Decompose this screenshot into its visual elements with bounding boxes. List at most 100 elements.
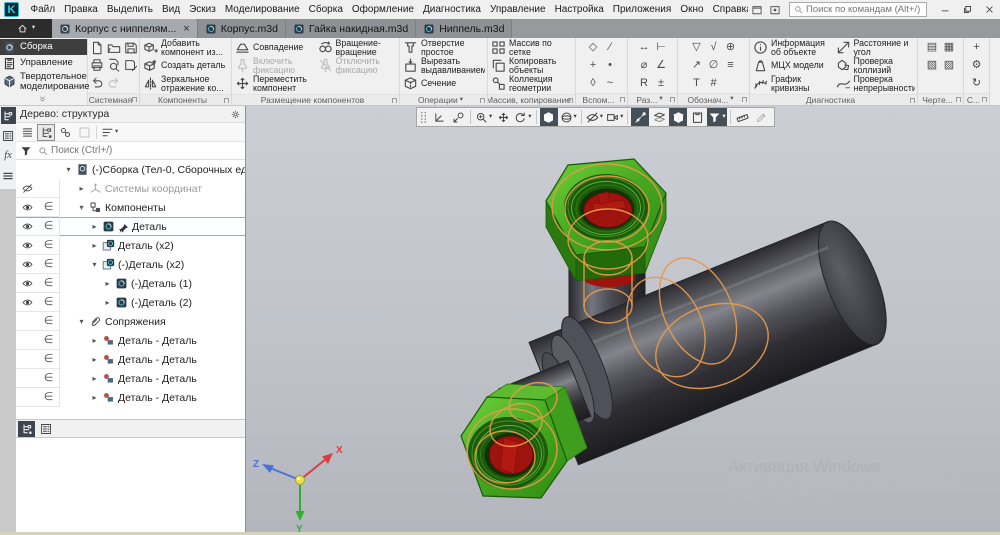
zoom-button[interactable]: ▾ xyxy=(474,108,493,126)
save-as-icon[interactable] xyxy=(122,57,139,74)
bottom-nut[interactable] xyxy=(461,384,587,498)
visibility-cell[interactable] xyxy=(16,293,38,312)
group-pin-icon[interactable] xyxy=(480,98,485,103)
menu-item-13[interactable]: Справка xyxy=(708,0,748,19)
tree-node[interactable]: ▾Компоненты xyxy=(60,198,245,217)
menu-item-11[interactable]: Приложения xyxy=(608,0,676,19)
tree-item-3[interactable]: ∈▸Деталь xyxy=(16,217,245,236)
mirror-component-button[interactable]: Зеркальное отражение ко... xyxy=(142,75,229,93)
tree-node[interactable]: ▾(-)Деталь (x2) xyxy=(60,255,245,274)
object-info-button[interactable]: Информация об объекте xyxy=(752,39,833,57)
linear-dimension-icon[interactable]: ⊢ xyxy=(653,39,670,56)
move-component-button[interactable]: Переместить компонент xyxy=(234,75,315,93)
group-pin-icon[interactable] xyxy=(910,98,915,103)
visibility-cell[interactable] xyxy=(16,369,38,388)
maximize-button[interactable] xyxy=(956,0,978,19)
tree-node[interactable]: ▸(-)Деталь (2) xyxy=(60,293,245,312)
tree-item-1[interactable]: ▸Системы координат xyxy=(16,179,245,198)
visibility-cell[interactable] xyxy=(16,179,38,198)
menu-item-12[interactable]: Окно xyxy=(676,0,708,19)
menu-item-10[interactable]: Настройка xyxy=(550,0,608,19)
document-tab-2[interactable]: Гайка накидная.m3d xyxy=(286,19,416,38)
visibility-cell[interactable] xyxy=(16,198,38,217)
expander-icon[interactable]: ▸ xyxy=(90,241,99,250)
pan-button[interactable] xyxy=(494,108,512,126)
visibility-cell[interactable] xyxy=(16,236,38,255)
close-button[interactable] xyxy=(978,0,1000,19)
command-search-input[interactable] xyxy=(806,4,922,15)
undo-icon[interactable] xyxy=(88,75,105,92)
expander-icon[interactable]: ▸ xyxy=(90,393,99,402)
tree-structure-icon[interactable] xyxy=(37,124,55,141)
document-tab-3[interactable]: Ниппель.m3d xyxy=(416,19,512,38)
expander-icon[interactable]: ▸ xyxy=(90,336,99,345)
coincident-mate-button[interactable]: Совпадение xyxy=(234,39,315,57)
collision-check-button[interactable]: Проверка коллизий xyxy=(835,57,916,75)
angle-dimension-icon[interactable]: ∠ xyxy=(653,57,670,74)
group-dropdown-icon[interactable]: ▾ xyxy=(659,96,662,103)
tree-relations-icon[interactable] xyxy=(56,124,74,141)
menu-item-6[interactable]: Сборка xyxy=(304,0,347,19)
group-dropdown-icon[interactable]: ▾ xyxy=(460,97,463,104)
menu-item-2[interactable]: Выделить xyxy=(102,0,157,19)
visibility-cell[interactable] xyxy=(16,312,38,331)
curvature-graph-button[interactable]: График кривизны xyxy=(752,75,833,93)
base-designation-icon[interactable]: ▽ xyxy=(688,39,705,56)
cut-extrude-button[interactable]: Вырезать выдавливанием xyxy=(402,57,485,75)
display-mode-button[interactable]: ▾ xyxy=(559,108,578,126)
tree-filter-icon[interactable] xyxy=(16,142,36,159)
3d-viewport[interactable]: Z X Y ▾▾▾▾▾▾ Активация Windows Чтобы акт… xyxy=(246,106,1000,532)
visibility-cell[interactable] xyxy=(16,350,38,369)
redo-icon[interactable] xyxy=(105,75,122,92)
contour-icon[interactable]: ◊ xyxy=(585,75,602,92)
tree-display-options-icon[interactable]: ▾ xyxy=(100,124,119,141)
appearance-button[interactable] xyxy=(669,108,687,126)
add-feature-icon[interactable]: + xyxy=(968,39,985,56)
distance-angle-button[interactable]: Расстояние и угол xyxy=(835,39,916,57)
membership-cell[interactable] xyxy=(38,179,60,198)
window-icon[interactable] xyxy=(748,2,766,17)
continuity-check-button[interactable]: Проверка непрерывности xyxy=(835,75,916,93)
group-pin-icon[interactable] xyxy=(392,98,397,103)
tree-node[interactable]: ▸Деталь - Деталь xyxy=(60,331,245,350)
disable-fixation-button[interactable]: Отключить фиксацию xyxy=(317,57,398,75)
membership-cell[interactable]: ∈ xyxy=(38,312,60,331)
tree-item-2[interactable]: ∈▾Компоненты xyxy=(16,198,245,217)
group-pin-icon[interactable] xyxy=(670,97,675,102)
settings-feature-icon[interactable]: ⚙ xyxy=(968,57,985,74)
tree-item-11[interactable]: ∈▸Деталь - Деталь xyxy=(16,369,245,388)
diameter-dimension-icon[interactable]: ⌀ xyxy=(636,57,653,74)
tree-item-10[interactable]: ∈▸Деталь - Деталь xyxy=(16,350,245,369)
variables-panel-icon[interactable]: fx xyxy=(1,147,16,164)
tree-item-12[interactable]: ∈▸Деталь - Деталь xyxy=(16,388,245,407)
text-icon[interactable]: T xyxy=(688,75,705,92)
table-icon[interactable]: # xyxy=(705,75,722,92)
tree-node[interactable]: ▸Деталь - Деталь xyxy=(60,369,245,388)
expander-icon[interactable]: ▾ xyxy=(77,317,86,326)
group-pin-icon[interactable] xyxy=(132,97,137,102)
tree-bottom-tab-1[interactable] xyxy=(37,421,54,437)
grid-array-button[interactable]: Массив по сетке xyxy=(490,39,573,57)
annotate-button[interactable] xyxy=(753,108,771,126)
menu-item-8[interactable]: Диагностика xyxy=(418,0,485,19)
report-icon[interactable]: ▨ xyxy=(941,57,958,74)
visibility-cell[interactable] xyxy=(16,274,38,293)
expander-icon[interactable]: ▾ xyxy=(64,165,73,174)
new-drawing-icon[interactable]: ▤ xyxy=(924,39,941,56)
membership-cell[interactable]: ∈ xyxy=(38,388,60,407)
tolerance-icon[interactable]: ± xyxy=(653,75,670,92)
close-tab-icon[interactable]: × xyxy=(183,23,189,35)
create-part-button[interactable]: Создать деталь xyxy=(142,57,229,75)
expander-icon[interactable]: ▾ xyxy=(90,260,99,269)
leader-icon[interactable]: ↗ xyxy=(688,57,705,74)
expander-icon[interactable]: ▸ xyxy=(103,298,112,307)
minimize-button[interactable] xyxy=(934,0,956,19)
construction-grid-button[interactable] xyxy=(650,108,668,126)
tree-item-0[interactable]: ▾(-)Сборка (Тел-0, Сборочных единиц-0 xyxy=(16,160,245,179)
group-pin-icon[interactable] xyxy=(742,97,747,102)
auto-dimension-icon[interactable]: ↔ xyxy=(636,39,653,56)
gear-icon[interactable] xyxy=(230,109,241,120)
tree-node[interactable]: ▾(-)Сборка (Тел-0, Сборочных единиц-0 xyxy=(60,160,245,179)
parameters-panel-icon[interactable] xyxy=(1,127,16,144)
add-component-button[interactable]: Добавить компонент из... xyxy=(142,39,229,57)
